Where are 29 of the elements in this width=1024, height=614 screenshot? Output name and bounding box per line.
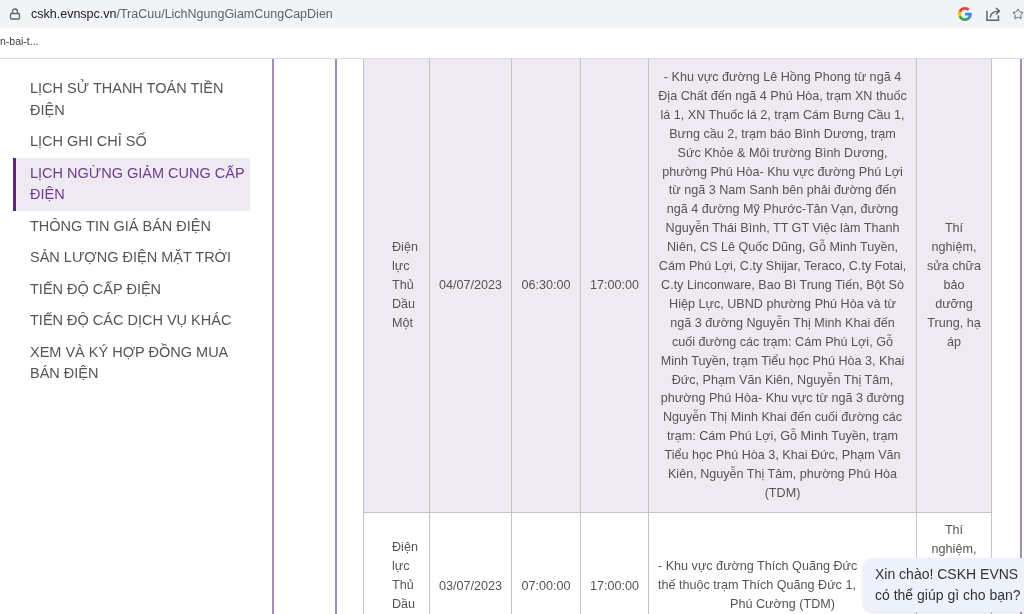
sidebar-item[interactable]: LỊCH SỬ THANH TOÁN TIỀN ĐIỆN: [13, 73, 250, 126]
table-cell: Thí nghiệm, sửa chữa bảo dưỡng Trung, hạ áp: [916, 59, 992, 513]
table-cell: 04/07/2023: [429, 59, 512, 513]
lock-icon[interactable]: [9, 8, 21, 20]
sidebar-item[interactable]: TIẾN ĐỘ CẤP ĐIỆN: [13, 273, 250, 305]
table-cell: 07:00:00: [511, 512, 581, 614]
table-cell: Điện lực Thủ Dầu Một: [363, 59, 430, 513]
cell-text: Phú Cường (TDM): [730, 596, 835, 611]
address-bar[interactable]: cskh.evnspc.vn/TraCuu/LichNgungGiamCungCapDien: [0, 0, 1024, 28]
sidebar-item[interactable]: XEM VÀ KÝ HỢP ĐỒNG MUA BÁN ĐIỆN: [13, 336, 250, 390]
chat-bubble[interactable]: Xin chào! CSKH EVNS có thể giúp gì cho bạn?: [863, 558, 1024, 612]
table-cell: 17:00:00: [580, 59, 649, 513]
multicolor-g-icon[interactable]: [958, 7, 972, 21]
cell-text: - Khu vực đường Lê Hồng Phong từ ngã 4 Địa Chất đến ngã 4 Phú Hòa, trạm XN thuốc lá 1, XN Thuốc lá 2, trạm Cám Bưng Cầu 1, Bưng cầu 2, trạm báo Bình Dương, trạm Sức Khỏe & Môi trường Bình Dương, phường Phú Hòa- Khu vực đường Phú Lợi từ ngã 3 Nam Sanh bên phải đường đến ngã 4 đường Mỹ Phước-Tân Vạn, đường Nguyễn Thái Bình, TT GT Việc làm Thanh Niên, CS Lê Quốc Dũng, Gỗ Minh Tuyền, Cám Phú Lợi, C.ty Shijar, Teraco, C.ty Fotai, C.ty Linconware, Bao Bì Trung Tiến, Bột Sò Hiệp Lực, UBND phường Phú Hòa và từ ngã 3 đường Nguyễn Thị Minh Khai đến cuối đường các trạm: Cám Phú Lợi, Gỗ Minh Tuyền, trạm Tiểu học Phú Hòa 3, Khai Đức, Phạm Văn Kiên, Nguyễn Thị Tâm, phường Phú Hòa- Khu vực từ ngã 3 đường Nguyễn Thị Minh Khai đến cuối đường các trạm: Cám Phú Lợi, Gỗ Minh Tuyền, trạm Tiểu học Phú Hòa 3, Khai Đức, Phạm Văn Kiên, Nguyễn Thị Tâm, phường Phú Hòa (TDM): [658, 70, 907, 500]
table-cell: 17:00:00: [580, 512, 649, 614]
bookmark-link[interactable]: n-bai-t...: [0, 33, 39, 53]
sidebar-item[interactable]: LỊCH NGỪNG GIẢM CUNG CẤP ĐIỆN: [13, 157, 250, 211]
cell-text: thế thuộc trạm Thích Quãng Đức 1,: [658, 577, 856, 592]
table-cell: Điện lực Thủ Dầu: [363, 512, 430, 614]
share-icon[interactable]: [986, 7, 1001, 21]
star-icon[interactable]: [1012, 8, 1024, 20]
sidebar-item[interactable]: LỊCH GHI CHỈ SỐ: [13, 126, 250, 158]
sidebar-item[interactable]: THÔNG TIN GIÁ BÁN ĐIỆN: [13, 210, 250, 242]
url-text: cskh.evnspc.vn/TraCuu/LichNgungGiamCungCapDien: [31, 5, 333, 23]
table-cell: 06:30:00: [511, 59, 581, 513]
sidebar-item[interactable]: SẢN LƯỢNG ĐIỆN MẶT TRỜI: [13, 242, 250, 274]
cell-text: - Khu vực đường Thích Quãng Đức: [658, 558, 858, 573]
sidebar-item[interactable]: TIẾN ĐỘ CÁC DỊCH VỤ KHÁC: [13, 305, 250, 337]
table-cell: 03/07/2023: [429, 512, 512, 614]
